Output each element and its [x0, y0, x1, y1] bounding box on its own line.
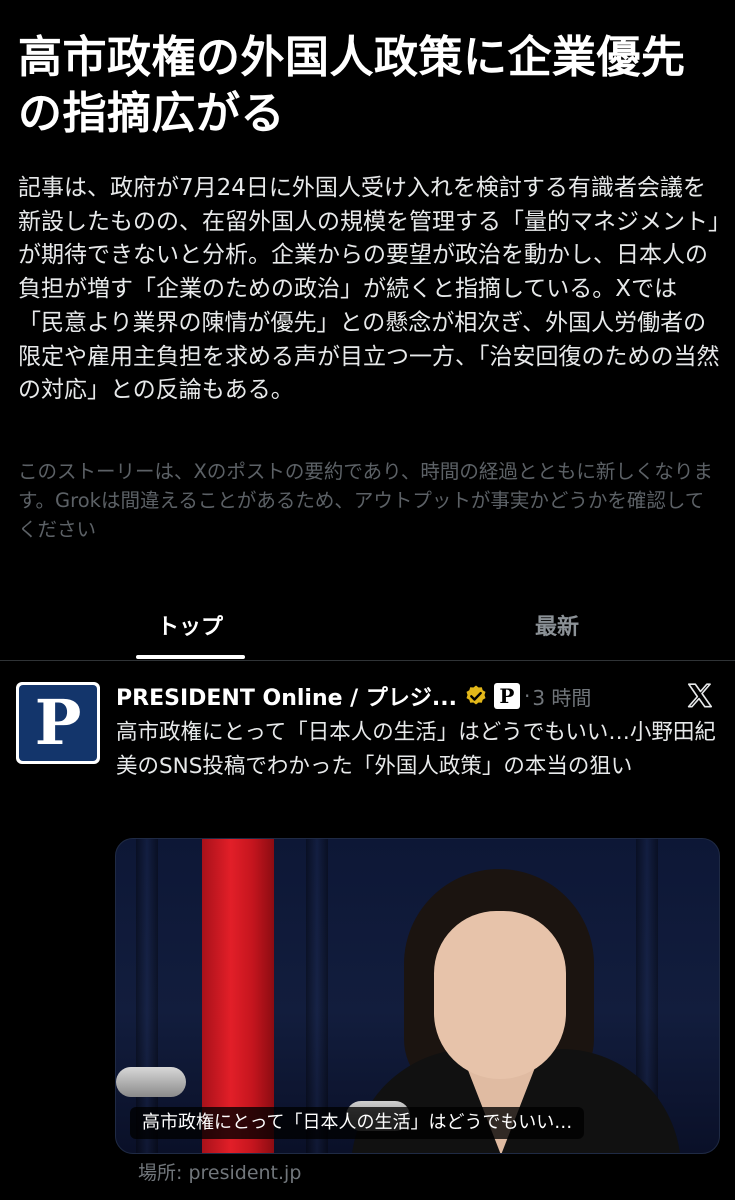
curtain-fold	[136, 839, 158, 1153]
link-source[interactable]: 場所: president.jp	[138, 1158, 301, 1185]
author-name[interactable]: PRESIDENT Online / プレジ...	[116, 680, 457, 712]
avatar[interactable]: P	[16, 682, 100, 764]
post-time[interactable]: 3 時間	[532, 682, 591, 711]
post-text[interactable]: 高市政権にとって「日本人の生活」はどうでもいい…小野田紀美のSNS投稿でわかった…	[116, 716, 721, 783]
meta-separator: ·	[523, 684, 531, 708]
tab-top[interactable]: トップ	[80, 590, 300, 660]
verified-badge-icon	[466, 685, 486, 705]
publisher-badge-icon: P	[493, 683, 520, 709]
post-header: PRESIDENT Online / プレジ... P · 3 時間	[116, 678, 591, 714]
person-face	[434, 911, 566, 1079]
x-logo-icon[interactable]	[685, 681, 715, 711]
flag	[202, 839, 274, 1153]
avatar-logo: P	[19, 685, 97, 761]
post-media-card[interactable]: 高市政権にとって「日本人の生活」はどうでもいい…	[115, 838, 720, 1154]
media-caption: 高市政権にとって「日本人の生活」はどうでもいい…	[130, 1107, 585, 1139]
story-summary: 記事は、政府が7月24日に外国人受け入れを検討する有識者会議を新設したものの、在…	[18, 175, 720, 404]
tab-bar: トップ 最新	[0, 590, 735, 661]
story-headline: 高市政権の外国人政策に企業優先の指摘広がる	[18, 32, 686, 139]
grok-disclaimer: このストーリーは、Xのポストの要約であり、時間の経過とともに新しくなります。Gr…	[18, 460, 713, 541]
publisher-badge-letter: P	[499, 684, 515, 708]
tab-latest[interactable]: 最新	[447, 590, 667, 660]
active-tab-indicator	[136, 655, 245, 659]
curtain-fold	[306, 839, 328, 1153]
microphone	[116, 1067, 186, 1097]
avatar-letter: P	[34, 686, 82, 759]
